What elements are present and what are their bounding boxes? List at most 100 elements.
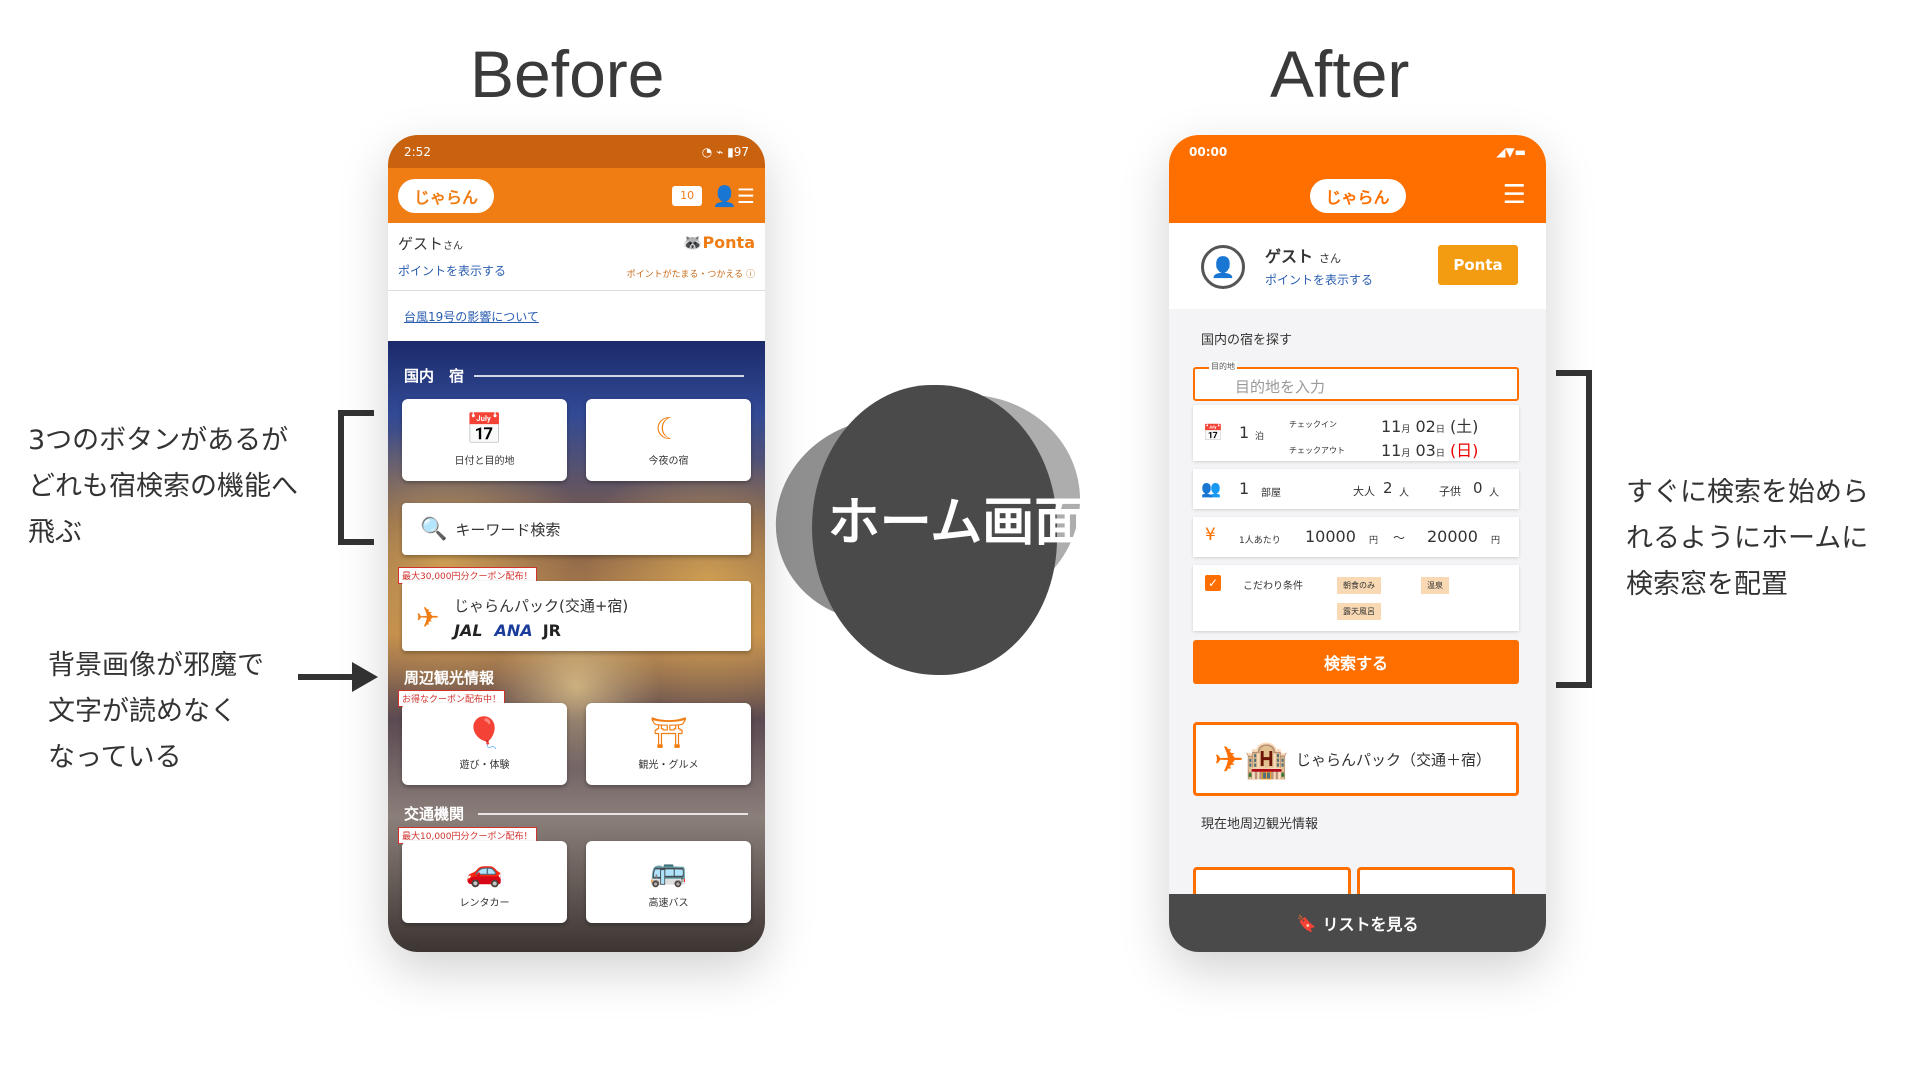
rooms-unit: 部屋 <box>1261 488 1281 499</box>
children-value[interactable]: 0 <box>1473 479 1483 497</box>
calendar-icon: 📅 <box>465 411 504 447</box>
annotation-line: 3つのボタンがあるが <box>28 425 289 456</box>
arrow-icon <box>298 662 378 692</box>
shrine-icon: ⛩ <box>649 715 688 751</box>
price-max-unit: 円 <box>1491 536 1501 546</box>
ponta-logo: 🦝Ponta <box>682 233 755 252</box>
user-menu-icon[interactable]: 👤☰ <box>712 184 755 208</box>
checkout-date[interactable]: 11月 03日 (日) <box>1381 437 1478 461</box>
checkin-label: チェックイン <box>1289 420 1337 429</box>
condition-tag[interactable]: 温泉 <box>1421 577 1449 594</box>
car-icon: 🚗 <box>465 853 504 889</box>
checkout-label: チェックアウト <box>1289 446 1345 455</box>
annotation-line: 検索窓を配置 <box>1626 569 1788 600</box>
check-icon[interactable]: ✓ <box>1205 575 1221 591</box>
annotation-line: なっている <box>48 742 182 773</box>
status-time: 2:52 <box>404 144 431 159</box>
adults-unit: 人 <box>1399 488 1409 499</box>
annotation-search-window: すぐに検索を始めら れるようにホームに 検索窓を配置 <box>1626 470 1869 608</box>
checkin-date[interactable]: 11月 02日 (土) <box>1381 413 1478 437</box>
condition-tag[interactable]: 露天風呂 <box>1337 603 1381 620</box>
rooms-value: 1 <box>1239 479 1250 498</box>
app-header: じゃらん 10 👤☰ <box>388 168 765 223</box>
date-destination-button[interactable]: 📅 日付と目的地 <box>402 399 567 481</box>
price-range-selector[interactable]: ¥ 1人あたり 10000 円 ～ 20000 円 <box>1193 517 1519 557</box>
yen-icon: ¥ <box>1205 525 1216 545</box>
status-bar: 00:00 ◢▼▬ <box>1169 135 1546 168</box>
annotation-line: すぐに検索を始めら <box>1626 477 1869 508</box>
list-button[interactable]: 🔖 リストを見る <box>1169 894 1546 952</box>
annotation-three-buttons: 3つのボタンがあるが どれも宿検索の機能へ 飛ぶ <box>28 418 298 556</box>
highway-bus-button[interactable]: 🚌 高速バス <box>586 841 751 923</box>
signal-icon: ◢▼▬ <box>1496 144 1526 159</box>
jalan-pack-button[interactable]: ✈🏨 じゃらんパック（交通＋宿） <box>1193 722 1519 796</box>
section-domestic: 国内 宿 <box>404 365 744 386</box>
avatar-icon[interactable]: 👤 <box>1201 245 1245 289</box>
play-experience-button[interactable]: 🎈 遊び・体験 <box>402 703 567 785</box>
destination-label: 目的地 <box>1209 361 1237 372</box>
annotation-line: 飛ぶ <box>28 517 82 548</box>
annotation-line: 背景画像が邪魔で <box>48 650 264 681</box>
section-sightseeing: 周辺観光情報 <box>404 669 495 687</box>
status-bar: 2:52 ◔ ⌁ ▮97 <box>388 135 765 168</box>
condition-tag[interactable]: 朝食のみ <box>1337 577 1381 594</box>
jalan-pack-button[interactable]: ✈ じゃらんパック(交通+宿) JAL ANA JR <box>402 581 751 651</box>
user-panel: 👤 ゲスト さん ポイントを表示する Ponta <box>1169 223 1546 309</box>
ponta-logo: Ponta <box>1438 245 1518 285</box>
bus-icon: 🚌 <box>649 853 688 889</box>
price-min[interactable]: 10000 <box>1305 527 1356 546</box>
tonight-button[interactable]: ☾ 今夜の宿 <box>586 399 751 481</box>
status-time: 00:00 <box>1189 144 1228 159</box>
destination-input[interactable]: 目的地 目的地を入力 <box>1193 361 1519 401</box>
per-person-label: 1人あたり <box>1239 536 1281 546</box>
bookmark-icon: 🔖 <box>1296 913 1317 933</box>
left-bracket <box>338 410 374 545</box>
date-selector[interactable]: 📅 1 泊 チェックイン チェックアウト 11月 02日 (土) 11月 03日… <box>1193 405 1519 461</box>
conditions-selector[interactable]: ✓ こだわり条件 朝食のみ 温泉 露天風呂 <box>1193 565 1519 631</box>
center-label: ホーム画面 <box>827 493 1087 553</box>
children-unit: 人 <box>1489 488 1499 499</box>
gourmet-button[interactable]: ⛩ 観光・グルメ <box>586 703 751 785</box>
notice-link[interactable]: 台風19号の影響について <box>388 291 765 341</box>
children-label: 子供 <box>1439 485 1461 498</box>
adults-label: 大人 <box>1353 485 1375 498</box>
conditions-label: こだわり条件 <box>1243 581 1303 592</box>
after-phone: 00:00 ◢▼▬ じゃらん ☰ 👤 ゲスト さん ポイントを表示する Ponta… <box>1169 135 1546 952</box>
destination-placeholder: 目的地を入力 <box>1235 378 1326 396</box>
people-icon: 👥 <box>1201 479 1221 498</box>
calendar-icon: 📅 <box>1203 423 1223 442</box>
moon-icon: ☾ <box>655 411 682 447</box>
adults-value[interactable]: 2 <box>1383 479 1393 497</box>
annotation-line: れるようにホームに <box>1626 523 1869 554</box>
guest-name: ゲストさん <box>1265 247 1342 266</box>
annotation-background: 背景画像が邪魔で 文字が読めなく なっている <box>48 643 264 781</box>
rooms-selector[interactable]: 👥 1 部屋 大人 2 人 子供 0 人 <box>1193 469 1519 509</box>
background-photo: 国内 宿 📅 日付と目的地 ☾ 今夜の宿 🔍 キーワード検索 最大30,000円… <box>388 341 765 952</box>
jalan-logo[interactable]: じゃらん <box>1309 178 1406 213</box>
balloon-icon: 🎈 <box>465 715 504 751</box>
menu-icon[interactable]: ☰ <box>1503 182 1526 208</box>
rentacar-button[interactable]: 🚗 レンタカー <box>402 841 567 923</box>
before-phone: 2:52 ◔ ⌁ ▮97 じゃらん 10 👤☰ ゲストさん ポイントを表示する … <box>388 135 765 952</box>
section-title-domestic: 国内の宿を探す <box>1201 333 1293 348</box>
keyword-search-button[interactable]: 🔍 キーワード検索 <box>402 503 751 555</box>
right-bracket <box>1556 370 1592 688</box>
carrier-logos: JAL ANA JR <box>454 621 561 640</box>
app-header: じゃらん ☰ <box>1169 168 1546 223</box>
price-max[interactable]: 20000 <box>1427 527 1478 546</box>
guest-panel: ゲストさん ポイントを表示する 🦝Ponta ポイントがたまる・つかえる ⓘ <box>388 223 765 291</box>
ponta-help-link[interactable]: ポイントがたまる・つかえる ⓘ <box>627 267 755 280</box>
nights-unit: 泊 <box>1255 432 1265 442</box>
price-tilde: ～ <box>1393 531 1406 545</box>
search-icon: 🔍 <box>420 516 448 542</box>
annotation-line: どれも宿検索の機能へ <box>28 471 298 502</box>
nights-value: 1 <box>1239 423 1250 442</box>
jalan-logo[interactable]: じゃらん <box>398 178 494 213</box>
points-link[interactable]: ポイントを表示する <box>1265 271 1373 288</box>
annotation-line: 文字が読めなく <box>48 696 237 727</box>
after-heading: After <box>1270 37 1410 111</box>
price-min-unit: 円 <box>1369 536 1379 546</box>
message-icon[interactable]: 10 <box>672 185 703 206</box>
section-transport: 交通機関 <box>404 803 748 824</box>
search-button[interactable]: 検索する <box>1193 640 1519 684</box>
